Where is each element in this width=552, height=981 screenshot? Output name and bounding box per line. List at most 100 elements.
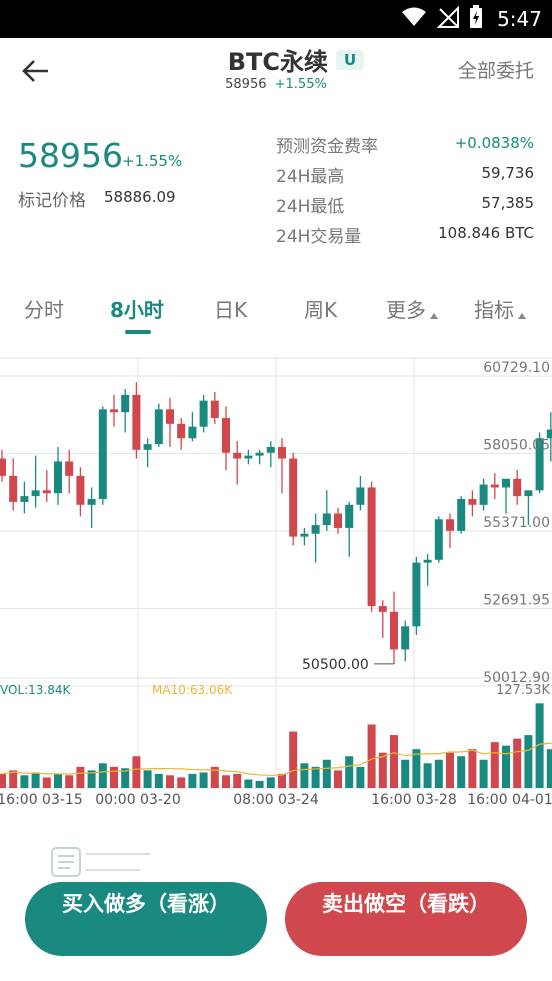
candle-body	[401, 626, 410, 650]
volume-bar	[468, 749, 477, 788]
tab-more-label: 更多	[386, 298, 426, 322]
y-axis-label: 58050.05	[483, 438, 550, 454]
volume-bar	[166, 775, 174, 788]
stat-value: 57,385	[481, 194, 535, 212]
mark-price-label: 标记价格	[18, 191, 86, 211]
clock: 5:47	[497, 7, 542, 31]
stat-label: 24H最低	[276, 197, 345, 217]
candle-body	[233, 452, 242, 459]
candle-body	[367, 487, 376, 607]
stat-row-volume: 24H交易量 108.846 BTC	[276, 222, 534, 250]
status-icons: 5:47	[401, 5, 542, 32]
candle-body	[244, 455, 253, 459]
volume-bar	[76, 766, 85, 788]
kline-chart[interactable]: 60242.0050500.0060729.1058050.0555371.00…	[0, 336, 552, 816]
candle-body	[412, 562, 421, 627]
candle-body	[87, 499, 96, 505]
buy-long-button[interactable]: 买入做多（看涨）	[25, 882, 267, 956]
volume-bar	[434, 759, 443, 788]
candle-body	[177, 423, 186, 439]
interval-tabs: 分时 8小时 日K 周K 更多 指标	[0, 290, 552, 336]
active-tab-indicator	[125, 330, 151, 334]
volume-bar	[334, 770, 342, 788]
candle-body	[289, 458, 298, 537]
low-price-annotation: 50500.00	[302, 657, 369, 673]
tab-8h[interactable]: 8小时	[110, 294, 164, 323]
candle-body	[199, 400, 208, 427]
tab-weekly[interactable]: 周K	[304, 294, 337, 323]
candle-body	[65, 461, 74, 476]
candle-body	[255, 452, 264, 456]
kline-chart-svg: 60242.0050500.0060729.1058050.0555371.00…	[0, 357, 552, 808]
tab-more[interactable]: 更多	[386, 294, 438, 323]
volume-bar	[110, 766, 118, 788]
wifi-icon	[401, 7, 427, 31]
all-orders-link[interactable]: 全部委托	[458, 56, 534, 83]
candle-body	[42, 490, 51, 494]
volume-bar	[289, 731, 298, 788]
tab-daily[interactable]: 日K	[214, 294, 247, 323]
y-axis-label: 55371.00	[483, 515, 550, 531]
mark-price-value: 58886.09	[104, 188, 176, 206]
candle-body	[222, 418, 230, 453]
market-stats: 58956 +1.55% 标记价格 58886.09 预测资金费率 +0.083…	[0, 120, 552, 260]
candle-body	[490, 484, 499, 488]
volume-max-label: 127.53K	[496, 683, 550, 698]
candle-body	[378, 606, 387, 612]
candle-body	[434, 519, 443, 560]
volume-bar	[20, 775, 29, 788]
candle-body	[300, 533, 309, 537]
x-axis-label: 16:00 03-28	[371, 792, 456, 808]
dropdown-triangle-icon	[430, 313, 438, 319]
volume-label: VOL:13.84K	[0, 683, 72, 697]
volume-bar	[31, 772, 40, 788]
candle-body	[20, 496, 29, 502]
volume-bar	[143, 770, 152, 788]
candle-body	[121, 394, 130, 413]
volume-bar	[244, 779, 253, 788]
candle-body	[334, 513, 342, 528]
sell-short-button[interactable]: 卖出做空（看跌）	[285, 882, 527, 956]
volume-bar	[255, 780, 264, 788]
volume-bar	[513, 738, 522, 788]
volume-bar	[390, 735, 398, 788]
candle-body	[446, 519, 454, 531]
volume-bar	[446, 752, 454, 788]
volume-bar	[54, 773, 62, 788]
price-change: +1.55%	[122, 152, 183, 170]
volume-bar	[367, 724, 376, 788]
volume-bar	[457, 756, 466, 788]
x-axis-label: 16:00 04-01	[467, 792, 552, 808]
candle-body	[76, 475, 85, 505]
tab-indicators-label: 指标	[474, 298, 514, 322]
volume-ma-label: MA10:63.06K	[152, 683, 233, 697]
stat-value: +0.0838%	[454, 134, 534, 152]
candle-body	[154, 409, 163, 445]
volume-bar	[278, 773, 286, 788]
candle-body	[110, 409, 118, 413]
y-axis-label: 52691.95	[483, 593, 550, 609]
x-axis-label: 08:00 03-24	[233, 792, 319, 808]
candle-body	[468, 499, 477, 505]
volume-bar	[199, 772, 208, 788]
volume-bar	[177, 777, 186, 788]
subtitle-price: 58956	[225, 77, 267, 92]
volume-bar	[233, 773, 242, 788]
volume-bar	[479, 759, 488, 788]
margin-badge: U	[336, 49, 365, 70]
last-price: 58956	[18, 136, 123, 175]
candle-body	[524, 490, 533, 497]
candle-body	[266, 446, 275, 453]
volume-bar	[546, 749, 552, 788]
tab-time-sharing[interactable]: 分时	[24, 294, 64, 323]
candle-body	[356, 487, 365, 505]
candle-body	[0, 458, 6, 476]
volume-bar	[423, 763, 432, 788]
x-axis-label: 00:00 03-20	[95, 792, 180, 808]
candle-body	[210, 400, 219, 419]
stat-label: 24H交易量	[276, 227, 362, 247]
volume-bar	[154, 773, 163, 788]
x-axis-label: 16:00 03-15	[0, 792, 83, 808]
volume-bar	[0, 773, 6, 788]
tab-indicators[interactable]: 指标	[474, 294, 526, 323]
